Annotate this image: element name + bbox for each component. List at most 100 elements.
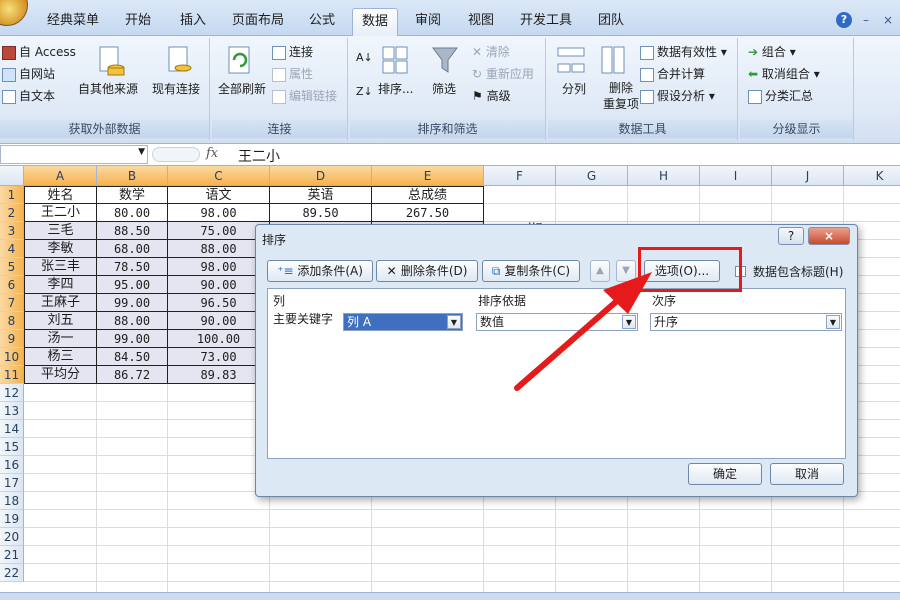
table-cell[interactable]: 李四 bbox=[24, 276, 97, 294]
tab-review[interactable]: 审阅 bbox=[404, 8, 452, 36]
text-to-columns-button[interactable]: 分列 bbox=[562, 80, 586, 97]
row-header-12[interactable]: 12 bbox=[0, 384, 24, 402]
move-up-button[interactable]: ▲ bbox=[590, 260, 610, 282]
table-cell[interactable]: 三毛 bbox=[24, 222, 97, 240]
table-cell[interactable]: 86.72 bbox=[97, 366, 168, 384]
fx-icon[interactable]: fx bbox=[206, 146, 218, 161]
filter-button[interactable]: 筛选 bbox=[432, 80, 456, 97]
table-cell[interactable]: 张三丰 bbox=[24, 258, 97, 276]
column-header-h[interactable]: H bbox=[628, 166, 700, 186]
header-cell[interactable]: 姓名 bbox=[24, 186, 97, 204]
row-header-9[interactable]: 9 bbox=[0, 330, 24, 348]
tab-insert[interactable]: 插入 bbox=[168, 8, 218, 36]
row-header-7[interactable]: 7 bbox=[0, 294, 24, 312]
row-header-21[interactable]: 21 bbox=[0, 546, 24, 564]
row-header-16[interactable]: 16 bbox=[0, 456, 24, 474]
tab-formulas[interactable]: 公式 bbox=[298, 8, 346, 36]
table-cell[interactable]: 80.00 bbox=[97, 204, 168, 222]
tab-developer[interactable]: 开发工具 bbox=[510, 8, 582, 36]
table-cell[interactable]: 王麻子 bbox=[24, 294, 97, 312]
row-header-22[interactable]: 22 bbox=[0, 564, 24, 582]
tab-view[interactable]: 视图 bbox=[458, 8, 504, 36]
order-select[interactable]: 升序 ▼ bbox=[650, 313, 842, 331]
row-header-14[interactable]: 14 bbox=[0, 420, 24, 438]
move-down-button[interactable]: ▼ bbox=[616, 260, 636, 282]
ok-button[interactable]: 确定 bbox=[688, 463, 762, 485]
dialog-help-button[interactable]: ? bbox=[778, 227, 804, 245]
column-header-d[interactable]: D bbox=[270, 166, 372, 186]
table-cell[interactable]: 99.00 bbox=[97, 330, 168, 348]
consolidate-button[interactable]: 合并计算 bbox=[640, 64, 705, 84]
table-cell[interactable]: 88.00 bbox=[97, 312, 168, 330]
edit-links-button[interactable]: 编辑链接 bbox=[272, 86, 337, 106]
name-box[interactable]: ▼ bbox=[0, 145, 148, 164]
column-header-c[interactable]: C bbox=[168, 166, 270, 186]
select-all-corner[interactable] bbox=[0, 166, 24, 186]
what-if-button[interactable]: 假设分析 ▾ bbox=[640, 86, 715, 106]
table-cell[interactable]: 99.00 bbox=[97, 294, 168, 312]
add-level-button[interactable]: ⁺≡ 添加条件(A) bbox=[267, 260, 373, 282]
from-access-button[interactable]: 自 Access bbox=[2, 42, 76, 62]
advanced-button[interactable]: ⚑ 高级 bbox=[472, 86, 511, 106]
row-header-19[interactable]: 19 bbox=[0, 510, 24, 528]
table-cell[interactable]: 李敏 bbox=[24, 240, 97, 258]
table-cell[interactable]: 89.50 bbox=[270, 204, 372, 222]
row-header-20[interactable]: 20 bbox=[0, 528, 24, 546]
formula-input[interactable]: 王二小 bbox=[238, 146, 280, 166]
table-cell[interactable]: 平均分 bbox=[24, 366, 97, 384]
refresh-all-button[interactable]: 全部刷新 bbox=[218, 80, 266, 97]
group-button[interactable]: ➔ 组合 ▾ bbox=[748, 42, 796, 62]
sort-az-icon[interactable]: A↓ bbox=[356, 52, 373, 72]
column-header-a[interactable]: A bbox=[24, 166, 97, 186]
cancel-button[interactable]: 取消 bbox=[770, 463, 844, 485]
sort-za-icon[interactable]: Z↓ bbox=[356, 86, 373, 106]
table-cell[interactable]: 84.50 bbox=[97, 348, 168, 366]
row-header-1[interactable]: 1 bbox=[0, 186, 24, 204]
tab-classic-menu[interactable]: 经典菜单 bbox=[38, 8, 108, 36]
row-header-2[interactable]: 2 bbox=[0, 204, 24, 222]
reapply-button[interactable]: ↻ 重新应用 bbox=[472, 64, 534, 84]
row-header-15[interactable]: 15 bbox=[0, 438, 24, 456]
tab-data[interactable]: 数据 bbox=[352, 8, 398, 36]
row-header-3[interactable]: 3 bbox=[0, 222, 24, 240]
properties-button[interactable]: 属性 bbox=[272, 64, 313, 84]
table-cell[interactable]: 267.50 bbox=[372, 204, 484, 222]
row-header-18[interactable]: 18 bbox=[0, 492, 24, 510]
office-button[interactable] bbox=[0, 0, 28, 26]
header-cell[interactable]: 英语 bbox=[270, 186, 372, 204]
row-header-8[interactable]: 8 bbox=[0, 312, 24, 330]
row-header-4[interactable]: 4 bbox=[0, 240, 24, 258]
data-validation-button[interactable]: 数据有效性 ▾ bbox=[640, 42, 727, 62]
column-header-k[interactable]: K bbox=[844, 166, 900, 186]
subtotal-button[interactable]: 分类汇总 bbox=[748, 86, 813, 106]
header-cell[interactable]: 总成绩 bbox=[372, 186, 484, 204]
column-header-e[interactable]: E bbox=[372, 166, 484, 186]
remove-duplicates-button[interactable]: 删除 重复项 bbox=[603, 80, 639, 112]
column-header-f[interactable]: F bbox=[484, 166, 556, 186]
column-header-j[interactable]: J bbox=[772, 166, 844, 186]
sheet-tab-bar[interactable] bbox=[0, 592, 900, 600]
column-header-b[interactable]: B bbox=[97, 166, 168, 186]
column-header-g[interactable]: G bbox=[556, 166, 628, 186]
dialog-close-button[interactable]: × bbox=[808, 227, 850, 245]
delete-level-button[interactable]: ✕ 删除条件(D) bbox=[376, 260, 478, 282]
table-cell[interactable]: 68.00 bbox=[97, 240, 168, 258]
table-cell[interactable]: 王二小 bbox=[24, 204, 97, 222]
sort-on-select[interactable]: 数值 ▼ bbox=[476, 313, 638, 331]
copy-level-button[interactable]: ⧉ 复制条件(C) bbox=[482, 260, 580, 282]
table-cell[interactable]: 78.50 bbox=[97, 258, 168, 276]
row-header-11[interactable]: 11 bbox=[0, 366, 24, 384]
row-header-10[interactable]: 10 bbox=[0, 348, 24, 366]
close-icon[interactable]: × bbox=[880, 12, 896, 28]
row-header-13[interactable]: 13 bbox=[0, 402, 24, 420]
sort-button[interactable]: 排序... bbox=[378, 80, 413, 97]
table-cell[interactable]: 杨三 bbox=[24, 348, 97, 366]
from-text-button[interactable]: 自文本 bbox=[2, 86, 55, 106]
tab-page-layout[interactable]: 页面布局 bbox=[222, 8, 294, 36]
clear-button[interactable]: ✕ 清除 bbox=[472, 42, 510, 62]
help-icon[interactable]: ? bbox=[836, 12, 852, 28]
sort-column-select[interactable]: 列 A ▼ bbox=[343, 313, 463, 331]
existing-connections-button[interactable]: 现有连接 bbox=[152, 80, 200, 97]
tab-team[interactable]: 团队 bbox=[588, 8, 634, 36]
minimize-icon[interactable]: – bbox=[858, 12, 874, 28]
